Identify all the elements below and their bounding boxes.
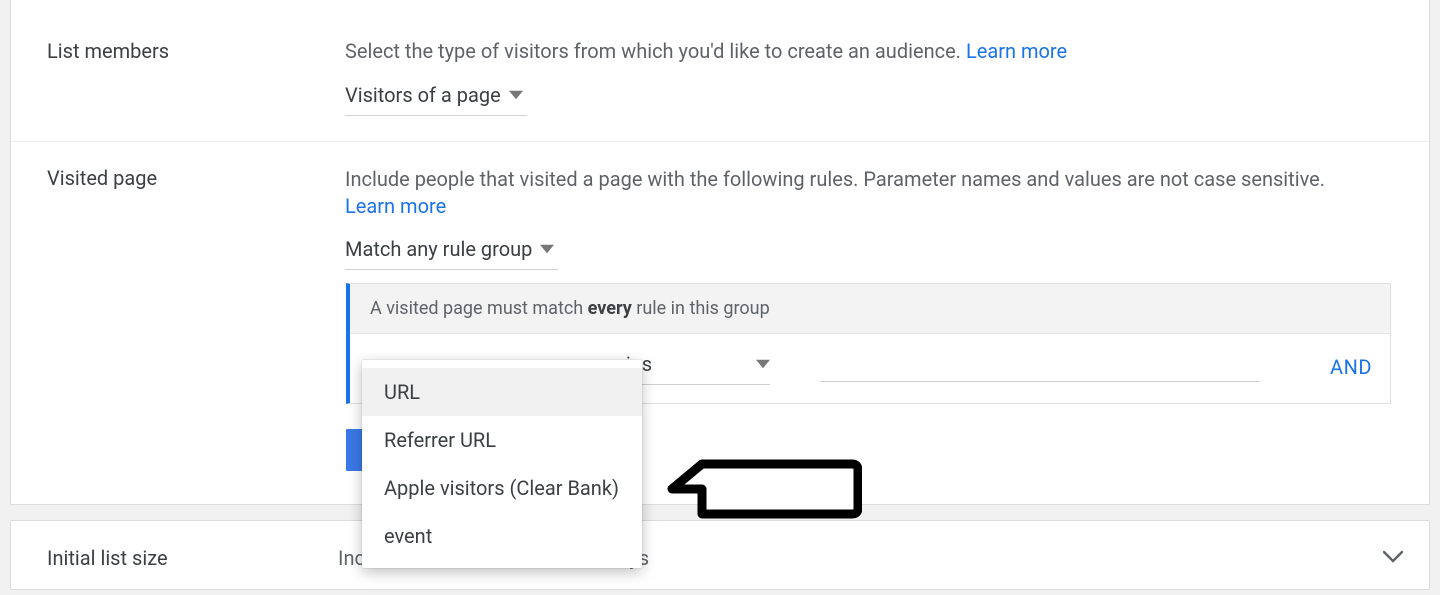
rule-group-header: A visited page must match every rule in … (350, 284, 1390, 334)
match-rule-group-select[interactable]: Match any rule group (345, 231, 558, 270)
visited-page-learn-more-link[interactable]: Learn more (345, 194, 446, 218)
caret-down-icon (509, 88, 523, 102)
dropdown-option-url[interactable]: URL (362, 368, 642, 416)
visitor-type-select[interactable]: Visitors of a page (345, 77, 527, 116)
list-members-label: List members (47, 39, 169, 63)
rule-group-header-suffix: rule in this group (632, 298, 770, 319)
section-divider (11, 141, 1429, 142)
annotation-arrow-icon (662, 456, 862, 522)
rule-group-header-prefix: A visited page must match (370, 298, 588, 319)
add-and-condition-button[interactable]: AND (1330, 355, 1372, 379)
list-members-learn-more-link[interactable]: Learn more (966, 39, 1067, 63)
dropdown-option-apple-visitors[interactable]: Apple visitors (Clear Bank) (362, 464, 642, 512)
visitor-type-select-value: Visitors of a page (345, 83, 501, 107)
visited-page-desc-text: Include people that visited a page with … (345, 167, 1325, 191)
caret-down-icon (756, 357, 770, 371)
initial-list-size-desc-prefix: Inc (338, 546, 365, 570)
expand-icon[interactable] (1383, 549, 1403, 568)
dropdown-option-referrer-url[interactable]: Referrer URL (362, 416, 642, 464)
audience-settings-card: List members Select the type of visitors… (10, 0, 1430, 505)
initial-list-size-label: Initial list size (47, 546, 168, 570)
match-rule-group-value: Match any rule group (345, 237, 532, 261)
initial-list-size-card[interactable]: Initial list size Inc __________________… (10, 520, 1430, 590)
rule-group-header-bold: every (588, 298, 632, 319)
list-members-desc-text: Select the type of visitors from which y… (345, 39, 961, 63)
app-root: List members Select the type of visitors… (0, 0, 1440, 595)
visited-page-label: Visited page (47, 166, 157, 190)
dropdown-option-event[interactable]: event (362, 512, 642, 560)
list-members-description: Select the type of visitors from which y… (345, 38, 1067, 65)
caret-down-icon (540, 242, 554, 256)
rule-field-dropdown: URL Referrer URL Apple visitors (Clear B… (362, 360, 642, 568)
visited-page-description: Include people that visited a page with … (345, 166, 1399, 220)
rule-value-input[interactable] (820, 351, 1260, 382)
